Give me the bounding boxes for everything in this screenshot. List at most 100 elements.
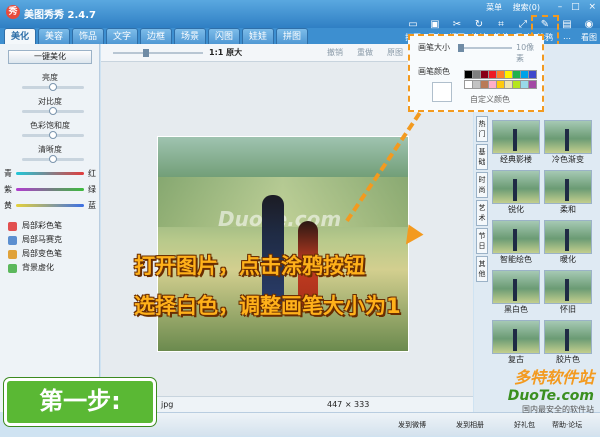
rotate-icon: ↻ [468,18,490,32]
image-dimensions: 447 × 333 [327,397,369,413]
tab-flash[interactable]: 闪图 [208,28,240,44]
effect-thumb[interactable]: 冷色渐变 [544,120,592,166]
brush-size-slider[interactable] [458,47,512,49]
cyan-red-row: 青 红 [4,168,100,178]
yellow-blue-row: 黄 蓝 [4,200,100,210]
background-blur-brush[interactable]: 背景虚化 [22,262,54,274]
selected-color-preview [432,82,452,102]
instruction-line-1: 打开图片，点击涂鸦按钮 [134,250,365,280]
effect-thumb[interactable]: 复古 [492,320,540,366]
view-icon: ◉ [578,18,600,32]
tab-hot[interactable]: 热门 [476,116,488,142]
view-button[interactable]: ◉看图 [578,18,600,44]
auto-beautify-button[interactable]: 一键美化 [8,50,92,64]
bottom-bar: 发到微博 发到相册 好礼包 帮助·论坛 [100,412,600,436]
color-brush-icon [8,222,17,231]
zoom-label[interactable]: 1:1 原大 [209,47,242,58]
brand-name: 多特软件站 [484,364,594,388]
gift-link[interactable]: 好礼包 [514,413,535,437]
effect-thumb[interactable]: 胶片色 [544,320,592,366]
window-controls: – □ × [552,2,596,12]
more-button[interactable]: ▤… [556,18,578,44]
share-album-link[interactable]: 发到相册 [456,413,484,437]
effect-thumb[interactable]: 智能绘色 [492,220,540,266]
tab-collage[interactable]: 拼图 [276,28,308,44]
tab-art[interactable]: 艺术 [476,200,488,226]
saturation-knob[interactable] [49,131,57,139]
local-recolor-brush[interactable]: 局部变色笔 [22,248,62,260]
crop-icon: ⌗ [490,18,512,32]
instruction-line-2: 选择白色，调整画笔大小为1 [134,290,401,320]
color-swatch[interactable] [528,80,537,89]
local-color-brush[interactable]: 局部彩色笔 [22,220,62,232]
redo-button[interactable]: 重做 [357,47,373,58]
brightness-knob[interactable] [49,83,57,91]
effect-thumb[interactable]: 锐化 [492,170,540,216]
effect-thumb[interactable]: 暖化 [544,220,592,266]
resize-icon: ⤢ [512,18,534,32]
contrast-slider[interactable] [22,110,84,113]
maximize-icon[interactable]: □ [571,2,580,12]
tab-other[interactable]: 其他 [476,256,488,282]
zoom-slider[interactable] [113,52,203,54]
effect-thumb[interactable]: 黑白色 [492,270,540,316]
brush-icon: ✎ [534,18,556,32]
blur-icon [8,264,17,273]
tab-frame[interactable]: 边框 [140,28,172,44]
canvas-status-bar: jpg 447 × 333 [101,396,473,412]
tab-fashion[interactable]: 时尚 [476,172,488,198]
minimize-icon[interactable]: – [558,2,563,12]
effect-category-tabs: 热门 基础 时尚 艺术 节日 其他 [476,116,488,284]
tab-scene[interactable]: 场景 [174,28,206,44]
site-watermark: 多特软件站 DuoTe.com 国内最安全的软件站 [484,364,594,414]
original-button[interactable]: 原图 [387,47,403,58]
sharpness-slider[interactable] [22,158,84,161]
brush-color-label: 画笔颜色 [418,66,450,77]
local-mosaic-brush[interactable]: 局部马赛克 [22,234,62,246]
mosaic-icon [8,236,17,245]
tab-text[interactable]: 文字 [106,28,138,44]
help-link[interactable]: 帮助·论坛 [552,413,582,437]
effect-thumb[interactable]: 怀旧 [544,270,592,316]
tab-beautify[interactable]: 美化 [4,28,36,44]
brand-slogan: 国内最安全的软件站 [484,404,594,415]
share-weibo-link[interactable]: 发到微博 [398,413,426,437]
brush-size-value: 10像素 [516,42,542,64]
folder-icon: ▭ [402,18,424,32]
color-palette [464,70,540,92]
contrast-knob[interactable] [49,107,57,115]
adjust-panel: 一键美化 亮度 对比度 色彩饱和度 清晰度 青 红 紫 绿 黄 蓝 局部彩色笔 … [0,44,100,412]
effect-thumb[interactable]: 经典影楼 [492,120,540,166]
tab-basic[interactable]: 基础 [476,144,488,170]
color-swatch[interactable] [528,70,537,79]
brush-size-label: 画笔大小 [418,42,450,53]
sharpness-knob[interactable] [49,155,57,163]
tab-beauty[interactable]: 美容 [38,28,70,44]
top-links: 菜单 搜索(0) [478,2,540,13]
menu-link[interactable]: 菜单 [486,3,502,12]
purple-green-row: 紫 绿 [4,184,100,194]
undo-button[interactable]: 撤销 [327,47,343,58]
app-logo-icon: 秀 [6,5,20,19]
brush-settings-popup: 画笔大小 10像素 画笔颜色 自定义颜色 [408,34,544,112]
cyan-red-slider[interactable] [16,172,84,175]
saturation-label: 色彩饱和度 [0,120,100,131]
brightness-slider[interactable] [22,86,84,89]
tab-holiday[interactable]: 节日 [476,228,488,254]
zoom-knob[interactable] [143,49,149,57]
step-badge: 第一步: [4,378,156,426]
brush-size-knob[interactable] [458,44,464,52]
scissors-icon: ✂ [446,18,468,32]
tab-doll[interactable]: 娃娃 [242,28,274,44]
purple-green-slider[interactable] [16,188,84,191]
recolor-brush-icon [8,250,17,259]
filename-text: jpg [161,397,173,413]
custom-color-link[interactable]: 自定义颜色 [470,94,510,105]
saturation-slider[interactable] [22,134,84,137]
close-icon[interactable]: × [588,2,596,12]
search-link[interactable]: 搜索(0) [513,3,540,12]
app-title: 美图秀秀 2.4.7 [24,6,96,21]
effect-thumb[interactable]: 柔和 [544,170,592,216]
yellow-blue-slider[interactable] [16,204,84,207]
tab-decorations[interactable]: 饰品 [72,28,104,44]
